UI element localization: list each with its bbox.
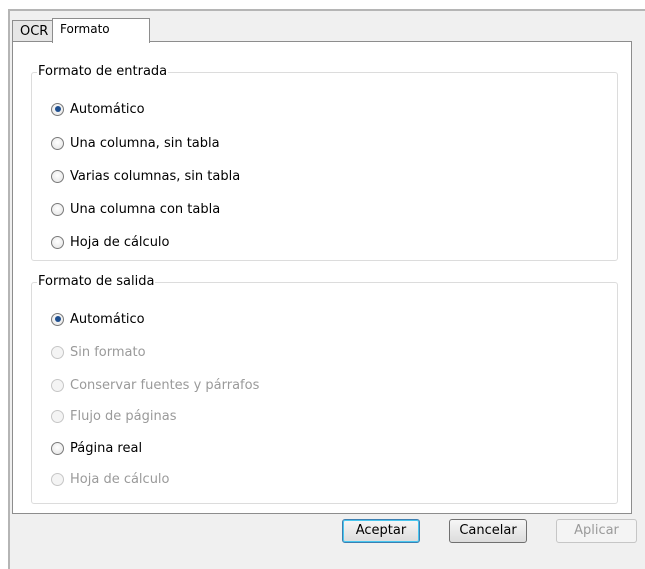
- radio-icon: [51, 345, 64, 359]
- option-label: Flujo de páginas: [70, 408, 177, 424]
- option-label: Hoja de cálculo: [70, 234, 170, 250]
- radio-icon: [51, 202, 64, 216]
- input-option-varias-columnas-sin-tabla[interactable]: Varias columnas, sin tabla: [51, 167, 240, 185]
- output-option-hoja-de-calculo: Hoja de cálculo: [51, 470, 170, 488]
- radio-icon: [51, 378, 64, 392]
- output-option-flujo-de-paginas: Flujo de páginas: [51, 407, 176, 425]
- option-label: Una columna, sin tabla: [70, 135, 220, 151]
- input-format-group-title: Formato de entrada: [38, 64, 168, 79]
- radio-icon: [51, 169, 64, 183]
- option-label: Conservar fuentes y párrafos: [70, 377, 260, 393]
- input-option-una-columna-con-tabla[interactable]: Una columna con tabla: [51, 200, 220, 218]
- input-option-hoja-de-calculo[interactable]: Hoja de cálculo: [51, 233, 170, 251]
- cancel-button[interactable]: Cancelar: [449, 519, 527, 543]
- output-format-group: Formato de salida Automático Sin formato…: [31, 274, 618, 504]
- output-format-group-title: Formato de salida: [38, 274, 155, 289]
- radio-icon: [51, 235, 64, 249]
- input-option-una-columna-sin-tabla[interactable]: Una columna, sin tabla: [51, 134, 220, 152]
- output-option-conservar-fuentes: Conservar fuentes y párrafos: [51, 376, 259, 394]
- ok-button[interactable]: Aceptar: [342, 519, 420, 543]
- radio-icon: [51, 136, 64, 150]
- radio-icon: [51, 312, 64, 326]
- option-label: Una columna con tabla: [70, 201, 221, 217]
- radio-icon: [51, 102, 64, 116]
- output-option-pagina-real[interactable]: Página real: [51, 439, 142, 457]
- option-label: Hoja de cálculo: [70, 471, 170, 487]
- tab-ocr[interactable]: OCR: [12, 20, 53, 42]
- option-label: Sin formato: [70, 344, 146, 360]
- option-label: Automático: [70, 101, 145, 117]
- radio-icon: [51, 472, 64, 486]
- radio-icon: [51, 409, 64, 423]
- tab-formato[interactable]: Formato: [52, 18, 150, 43]
- radio-icon: [51, 441, 64, 455]
- tab-panel-formato: Formato de entrada Automático Una column…: [12, 41, 632, 514]
- option-label: Automático: [70, 311, 145, 327]
- option-label: Varias columnas, sin tabla: [70, 168, 241, 184]
- option-label: Página real: [70, 440, 143, 456]
- apply-button: Aplicar: [556, 519, 637, 543]
- input-format-group: Formato de entrada Automático Una column…: [31, 64, 618, 261]
- input-option-automatico[interactable]: Automático: [51, 100, 145, 118]
- output-option-automatico[interactable]: Automático: [51, 310, 145, 328]
- output-option-sin-formato: Sin formato: [51, 343, 146, 361]
